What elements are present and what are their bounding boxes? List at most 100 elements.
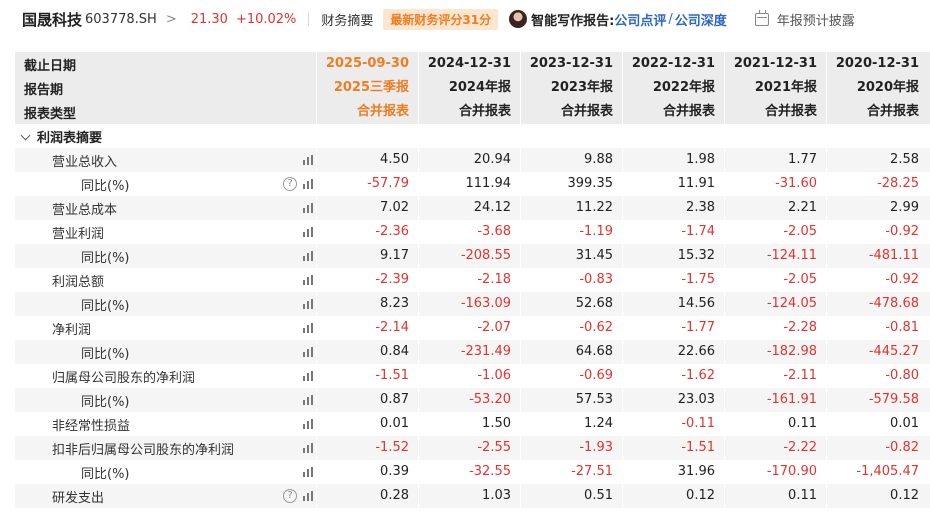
row-icons: ? [283, 484, 315, 508]
table-cell: 31.96 [622, 460, 724, 484]
section-row-income-summary[interactable]: 利润表摘要 [15, 124, 930, 148]
header-cell: 2024年报 [418, 76, 520, 100]
table-row: 营业总收入 4.50 20.94 9.88 1.98 1.77 2.58 [15, 148, 930, 172]
row-label-text: 研发支出 [52, 490, 105, 506]
table-cell: -2.11 [724, 364, 826, 388]
divider [308, 12, 310, 26]
table-cell: -1,405.47 [826, 460, 928, 484]
table-cell: 1.98 [622, 148, 724, 172]
bar-chart-icon[interactable] [303, 395, 315, 405]
stock-header: 国晟科技 603778.SH > 21.30 +10.02% 财务摘要 最新财务… [0, 0, 930, 38]
table-cell: -2.18 [418, 268, 520, 292]
header-cell: 合并报表 [724, 100, 826, 124]
table-row: 同比(%) 0.84 -231.49 64.68 22.66 -182.98 -445.27 [15, 340, 930, 364]
table-cell: -182.98 [724, 340, 826, 364]
tab-financial-summary[interactable]: 财务摘要 [321, 10, 373, 29]
bar-chart-icon[interactable] [303, 299, 315, 309]
bar-chart-icon[interactable] [303, 227, 315, 237]
table-cell: 1.03 [418, 484, 520, 508]
row-label-text: 营业利润 [52, 226, 105, 242]
table-cell: 20.94 [418, 148, 520, 172]
table-cell: -32.55 [418, 460, 520, 484]
financial-score-badge[interactable]: 最新财务评分31分 [383, 8, 499, 30]
table-cell: 2.58 [826, 148, 928, 172]
row-label-text: 同比(%) [81, 178, 130, 194]
stock-price: 21.30 [190, 11, 228, 27]
table-cell: -170.90 [724, 460, 826, 484]
bar-chart-icon[interactable] [303, 251, 315, 261]
table-row: 净利润 -2.14 -2.07 -0.62 -1.77 -2.28 -0.81 [15, 316, 930, 340]
bar-chart-icon[interactable] [303, 419, 315, 429]
table-cell: -2.05 [724, 268, 826, 292]
table-cell: -1.74 [622, 220, 724, 244]
header-cell: 2020年报 [826, 76, 928, 100]
bar-chart-icon[interactable] [303, 371, 315, 381]
chevron-right-icon[interactable]: > [166, 12, 177, 27]
row-label: 同比(%) [15, 244, 316, 268]
question-circle-icon[interactable]: ? [283, 177, 297, 191]
table-cell: -1.75 [622, 268, 724, 292]
bar-chart-icon[interactable] [303, 323, 315, 333]
table-cell: -1.51 [316, 364, 418, 388]
bar-chart-icon[interactable] [303, 491, 315, 501]
table-cell: -163.09 [418, 292, 520, 316]
ai-avatar-icon [509, 10, 528, 28]
table-cell: 22.66 [622, 340, 724, 364]
table-cell: 2.99 [826, 196, 928, 220]
table-cell: 14.56 [622, 292, 724, 316]
table-cell: 11.91 [622, 172, 724, 196]
table-row: 利润总额 -2.39 -2.18 -0.83 -1.75 -2.05 -0.92 [15, 268, 930, 292]
table-cell: 2.38 [622, 196, 724, 220]
row-label-text: 利润总额 [52, 274, 105, 290]
table-cell: 24.12 [418, 196, 520, 220]
row-icons [303, 340, 315, 364]
table-cell: 0.01 [316, 412, 418, 436]
table-cell: -1.93 [520, 436, 622, 460]
table-row: 扣非后归属母公司股东的净利润 -1.52 -2.55 -1.93 -1.51 -2.22-… [15, 436, 930, 460]
header-row: 报告期 2025三季报 2024年报 2023年报 2022年报 2021年报 2020年报 [15, 76, 930, 100]
question-circle-icon[interactable]: ? [283, 489, 297, 503]
table-cell: 0.11 [724, 484, 826, 508]
header-cell: 2022年报 [622, 76, 724, 100]
row-icons [303, 148, 315, 172]
bar-chart-icon[interactable] [303, 443, 315, 453]
table-cell: -2.55 [418, 436, 520, 460]
header-cell: 合并报表 [520, 100, 622, 124]
table-cell: 1.77 [724, 148, 826, 172]
bar-chart-icon[interactable] [303, 275, 315, 285]
table-row: 同比(%) 0.87 -53.20 57.53 23.03 -161.91 -579.58 [15, 388, 930, 412]
header-label-text: 报告期 [24, 82, 64, 98]
stock-code: 603778.SH [85, 11, 157, 27]
row-label-text: 非经常性损益 [52, 418, 131, 434]
company-depth-link[interactable]: 公司深度 [675, 10, 727, 29]
row-icons [303, 460, 315, 484]
row-label: 同比(%) [15, 388, 316, 412]
table-cell: 0.11 [724, 412, 826, 436]
table-cell: 0.28 [316, 484, 418, 508]
header-row: 报表类型 合并报表 合并报表 合并报表 合并报表 合并报表 合并报表 [15, 100, 930, 124]
table-row: 研发支出? 0.28 1.03 0.51 0.12 0.11 0.12 [15, 484, 930, 508]
company-review-link[interactable]: 公司点评 [614, 10, 666, 29]
table-cell: -208.55 [418, 244, 520, 268]
header-cell: 2023年报 [520, 76, 622, 100]
row-label-text: 归属母公司股东的净利润 [52, 370, 196, 386]
row-label-text: 净利润 [52, 322, 92, 338]
annual-report-forecast[interactable]: 年报预计披露 [777, 10, 855, 29]
bar-chart-icon[interactable] [303, 179, 315, 189]
row-label: 同比(%) [15, 292, 316, 316]
row-label-text: 营业总收入 [52, 154, 118, 170]
table-row: 归属母公司股东的净利润 -1.51 -1.06 -0.69 -1.62 -2.11 -0.8… [15, 364, 930, 388]
bar-chart-icon[interactable] [303, 467, 315, 477]
table-cell: -53.20 [418, 388, 520, 412]
row-label: 非经常性损益 [15, 412, 316, 436]
row-icons [303, 388, 315, 412]
table-row: 同比(%) 8.23 -163.09 52.68 14.56 -124.05 -478.68 [15, 292, 930, 316]
table-cell: -0.62 [520, 316, 622, 340]
row-label: 同比(%) [15, 340, 316, 364]
bar-chart-icon[interactable] [303, 203, 315, 213]
header-label-text: 报表类型 [24, 106, 77, 122]
table-row: 同比(%) 0.39 -32.55 -27.51 31.96 -170.90 -1,405.… [15, 460, 930, 484]
table-cell: 7.02 [316, 196, 418, 220]
bar-chart-icon[interactable] [303, 347, 315, 357]
bar-chart-icon[interactable] [303, 155, 315, 165]
